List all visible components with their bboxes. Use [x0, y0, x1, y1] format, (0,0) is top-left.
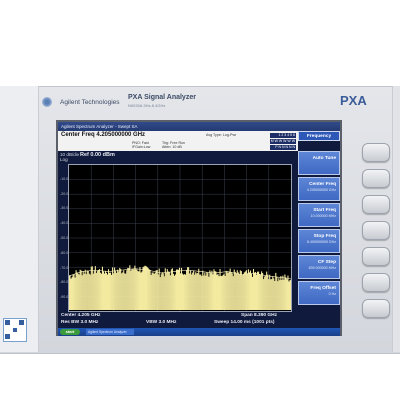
softkey-menu: Frequency Auto Tune Center Freq 4.2050000… — [298, 131, 340, 328]
span-readout: Span 8.390 GHz — [241, 313, 277, 318]
brand-name: Agilent Technologies — [60, 98, 120, 106]
taskbar: start Agilent Spectrum Analyzer — [58, 328, 340, 336]
pxa-badge: PXA — [340, 93, 367, 108]
trace-row-types: M W W W W W — [270, 139, 296, 144]
ref-level: Ref 0.00 dBm — [80, 152, 115, 158]
trace-indicator: 1 2 3 4 5 6 M W W W W W P N N N N N — [270, 133, 296, 150]
left-panel — [0, 86, 39, 352]
center-freq-softkey[interactable]: Center Freq 4.205000000 GHz — [298, 177, 340, 201]
plot-header: 10 dB/div Log Ref 0.00 dBm — [58, 151, 298, 163]
avg-type-status: Avg Type: Log-Pwr — [206, 133, 237, 137]
start-freq-softkey[interactable]: Start Freq 10.000000 MHz — [298, 203, 340, 227]
softkey-label: Auto Tune — [312, 156, 336, 161]
res-bw-readout: Res BW 3.0 MHz — [61, 320, 99, 325]
taskbar-app[interactable]: Agilent Spectrum Analyzer — [86, 329, 134, 335]
agilent-logo — [42, 97, 52, 107]
spectrum-plot[interactable] — [68, 164, 292, 312]
hardware-softkey-6[interactable] — [362, 273, 390, 292]
scale-type: Log — [60, 157, 68, 162]
softkey-label: CF Step — [317, 260, 336, 265]
window-title: Agilent Spectrum Analyzer - Swept SA — [58, 122, 340, 131]
model-number: N9030A 3Hz-8.4GHz — [128, 103, 166, 108]
trace-row-detectors: P N N N N N — [270, 145, 296, 150]
softkey-label: Stop Freq — [313, 234, 336, 239]
menu-title: Frequency — [298, 131, 340, 141]
softkey-value: 10.000000 MHz — [310, 214, 336, 218]
qr-code — [3, 318, 27, 342]
model-name: PXA Signal Analyzer — [128, 94, 196, 101]
hardware-softkey-3[interactable] — [362, 195, 390, 214]
brand-row: Agilent Technologies — [42, 92, 372, 112]
softkey-value: 0 Hz — [328, 292, 336, 296]
hardware-softkey-7[interactable] — [362, 299, 390, 318]
softkey-value: 8.400000000 GHz — [306, 240, 336, 244]
analyzer-screen: Agilent Spectrum Analyzer - Swept SA Cen… — [56, 120, 342, 336]
softkey-label: Start Freq — [313, 208, 336, 213]
bottom-readouts: Center 4.205 GHz Res BW 3.0 MHz VBW 3.0 … — [58, 313, 298, 329]
softkey-value: 4.205000000 GHz — [306, 188, 336, 192]
ifgain-status: IFGain:Low — [132, 145, 151, 149]
start-button[interactable]: start — [60, 329, 80, 335]
hardware-softkey-2[interactable] — [362, 169, 390, 188]
trace-row-numbers: 1 2 3 4 5 6 — [270, 133, 296, 138]
status-panel: Center Freq 4.205000000 GHz PNO: Fast IF… — [58, 131, 298, 151]
center-freq-readout: Center Freq 4.205000000 GHz — [61, 132, 146, 138]
atten-status: Atten: 10 dB — [162, 145, 182, 149]
stop-freq-softkey[interactable]: Stop Freq 8.400000000 GHz — [298, 229, 340, 253]
sweep-readout: Sweep 14.00 ms (1001 pts) — [214, 320, 275, 325]
softkey-label: Freq Offset — [310, 286, 336, 291]
cf-step-softkey[interactable]: CF Step 839.000000 MHz — [298, 255, 340, 279]
softkey-value: 839.000000 MHz — [308, 266, 336, 270]
vbw-readout: VBW 3.0 MHz — [146, 320, 177, 325]
freq-offset-softkey[interactable]: Freq Offset 0 Hz — [298, 281, 340, 305]
auto-tune-softkey[interactable]: Auto Tune — [298, 151, 340, 175]
spectrum-trace — [69, 265, 291, 311]
hardware-softkey-5[interactable] — [362, 247, 390, 266]
center-readout: Center 4.205 GHz — [61, 313, 101, 318]
hardware-softkey-4[interactable] — [362, 221, 390, 240]
softkey-label: Center Freq — [309, 182, 336, 187]
right-panel — [392, 86, 400, 352]
hardware-softkey-1[interactable] — [362, 143, 390, 162]
